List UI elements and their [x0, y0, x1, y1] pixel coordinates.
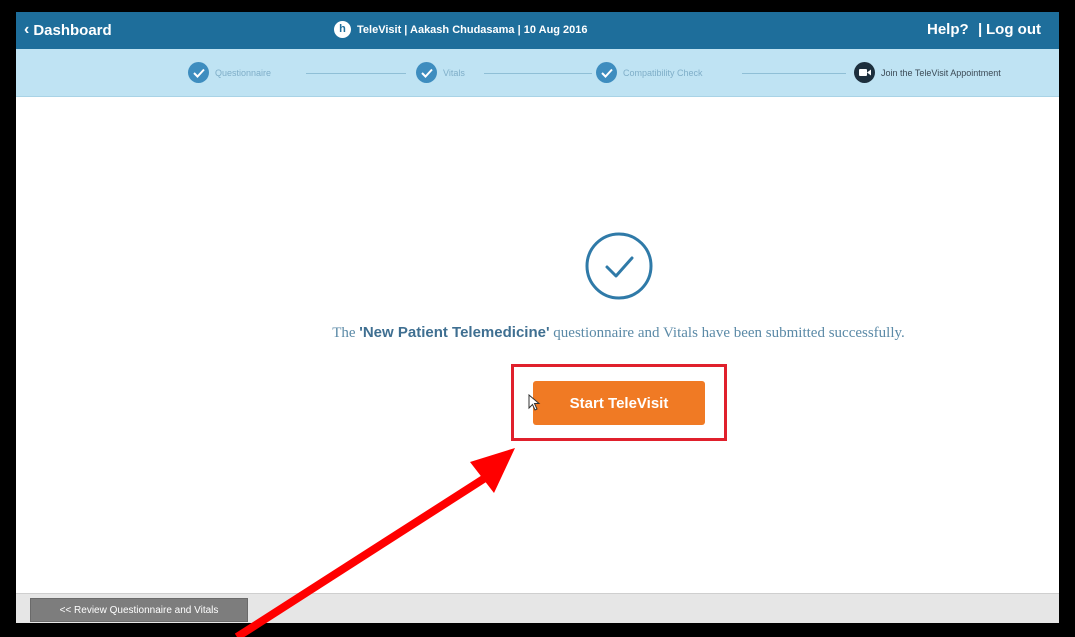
help-link[interactable]: Help?: [927, 21, 969, 38]
main-content: The 'New Patient Telemedicine' questionn…: [16, 98, 1059, 593]
step-label: Vitals: [443, 67, 465, 78]
check-icon: [416, 62, 437, 83]
questionnaire-name: 'New Patient Telemedicine': [359, 324, 550, 341]
video-camera-icon: [854, 62, 875, 83]
message-suffix: questionnaire and Vitals have been submi…: [549, 325, 905, 341]
step-join-televisit: Join the TeleVisit Appointment: [854, 62, 1001, 83]
chevron-left-icon: ‹: [24, 21, 30, 38]
step-connector: [484, 73, 592, 74]
logout-link[interactable]: Log out: [986, 21, 1041, 38]
check-icon: [188, 62, 209, 83]
check-icon: [596, 62, 617, 83]
page-title: h TeleVisit | Aakash Chudasama | 10 Aug …: [334, 21, 588, 38]
dashboard-back-link[interactable]: ‹ Dashboard: [24, 21, 112, 39]
step-connector: [306, 73, 406, 74]
nav-separator: |: [978, 21, 983, 38]
progress-steps: Questionnaire Vitals Compatibility Check…: [16, 49, 1059, 97]
start-televisit-button[interactable]: Start TeleVisit: [533, 381, 705, 425]
message-prefix: The: [332, 325, 360, 341]
step-connector: [742, 73, 846, 74]
top-navigation-bar: ‹ Dashboard h TeleVisit | Aakash Chudasa…: [16, 12, 1059, 49]
step-compatibility-check: Compatibility Check: [596, 62, 703, 83]
success-message: The 'New Patient Telemedicine' questionn…: [306, 323, 931, 343]
dashboard-label: Dashboard: [33, 21, 112, 39]
step-label: Compatibility Check: [623, 67, 703, 78]
app-window: ‹ Dashboard h TeleVisit | Aakash Chudasa…: [0, 0, 1075, 637]
mouse-pointer-icon: [528, 394, 541, 411]
step-questionnaire: Questionnaire: [188, 62, 271, 83]
step-label: Questionnaire: [215, 67, 272, 78]
review-questionnaire-button[interactable]: << Review Questionnaire and Vitals: [30, 598, 248, 622]
step-label: Join the TeleVisit Appointment: [881, 67, 1001, 78]
footer-bar: << Review Questionnaire and Vitals: [16, 593, 1059, 623]
page-title-text: TeleVisit | Aakash Chudasama | 10 Aug 20…: [357, 23, 588, 36]
success-check-icon: [585, 232, 653, 300]
brand-logo-icon: h: [334, 21, 351, 38]
step-vitals: Vitals: [416, 62, 465, 83]
